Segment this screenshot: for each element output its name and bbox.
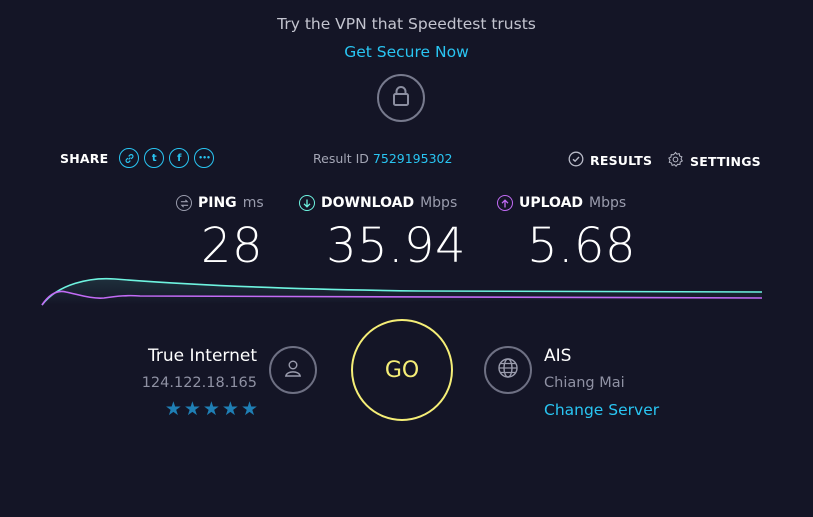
result-id-link[interactable]: 7529195302	[373, 151, 453, 166]
isp-rating-stars[interactable]: ★★★★★	[100, 398, 260, 420]
isp-name: True Internet	[147, 346, 257, 366]
link-icon[interactable]	[119, 148, 140, 168]
vpn-promo-text: Try the VPN that Speedtest trusts	[277, 15, 536, 33]
twitter-icon[interactable]: t	[144, 148, 165, 168]
get-secure-now-link[interactable]: Get Secure Now	[0, 43, 813, 61]
ping-value: 28	[200, 218, 263, 274]
upload-arrow-icon	[497, 195, 513, 211]
download-label: DOWNLOAD	[321, 195, 415, 211]
ping-header: PING ms	[176, 195, 264, 211]
user-icon	[283, 358, 303, 382]
settings-label: SETTINGS	[690, 153, 761, 169]
facebook-icon[interactable]: f	[169, 148, 190, 168]
server-globe	[484, 346, 532, 394]
ping-label: PING	[198, 195, 237, 211]
isp-avatar	[269, 346, 317, 394]
upload-unit: Mbps	[589, 195, 627, 211]
share-bar: SHARE t f •••	[60, 148, 215, 168]
change-server-link[interactable]: Change Server	[544, 401, 659, 419]
result-id-label: Result ID	[313, 151, 369, 166]
ping-unit: ms	[242, 195, 264, 211]
gear-icon	[667, 151, 684, 171]
speed-graph	[41, 277, 763, 306]
server-location: Chiang Mai	[544, 375, 625, 391]
download-value: 35.94	[326, 218, 466, 274]
results-label: RESULTS	[590, 153, 653, 168]
upload-value: 5.68	[527, 218, 636, 274]
ping-icon	[176, 195, 192, 211]
download-unit: Mbps	[420, 195, 458, 211]
download-arrow-icon	[299, 195, 315, 211]
results-button[interactable]: RESULTS	[568, 151, 652, 170]
download-header: DOWNLOAD Mbps	[299, 195, 457, 211]
globe-icon	[497, 357, 519, 383]
share-label: SHARE	[60, 150, 109, 166]
settings-button[interactable]: SETTINGS	[667, 151, 761, 171]
upload-label: UPLOAD	[519, 195, 584, 211]
go-button[interactable]: GO	[351, 319, 453, 421]
result-id: Result ID 7529195302	[313, 151, 452, 166]
more-icon[interactable]: •••	[194, 148, 215, 168]
lock-icon	[392, 85, 410, 111]
lock-button[interactable]	[377, 74, 425, 122]
isp-ip: 124.122.18.165	[141, 375, 257, 391]
upload-header: UPLOAD Mbps	[497, 195, 626, 211]
server-name: AIS	[544, 346, 572, 366]
check-circle-icon	[568, 151, 584, 170]
